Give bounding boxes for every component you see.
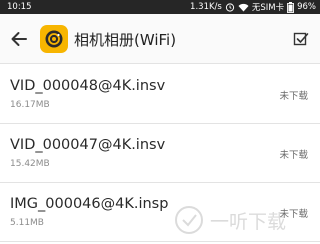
file-size: 15.42MB bbox=[10, 159, 50, 169]
camera-lens-icon bbox=[45, 30, 63, 48]
file-row[interactable]: VID_000047@4K.insv 15.42MB 未下载 bbox=[0, 124, 320, 183]
file-size: 16.17MB bbox=[10, 100, 50, 110]
app-logo bbox=[40, 25, 68, 53]
download-status: 未下载 bbox=[279, 91, 308, 102]
battery-percent: 96% bbox=[297, 2, 316, 12]
watermark: 一听下载 bbox=[174, 200, 314, 240]
watermark-logo-icon bbox=[175, 206, 203, 234]
back-button[interactable] bbox=[8, 28, 30, 50]
file-size: 5.11MB bbox=[10, 218, 44, 228]
alarm-icon bbox=[225, 2, 235, 12]
download-status: 未下载 bbox=[279, 150, 308, 161]
carrier-label: 无SIM卡 bbox=[251, 3, 285, 13]
status-bar: 10:15 1.31K/s 无SIM卡 96% bbox=[0, 0, 320, 14]
app-bar: 相机相册(WiFi) bbox=[0, 14, 320, 64]
file-name: VID_000047@4K.insv bbox=[10, 137, 166, 153]
status-time: 10:15 bbox=[7, 2, 32, 12]
battery-icon bbox=[287, 1, 295, 13]
arrow-left-icon bbox=[11, 32, 27, 46]
page-title: 相机相册(WiFi) bbox=[74, 31, 177, 49]
status-indicators: 1.31K/s 无SIM卡 96% bbox=[190, 1, 316, 13]
file-name: VID_000048@4K.insv bbox=[10, 78, 166, 94]
checkbox-icon bbox=[293, 32, 309, 46]
file-name: IMG_000046@4K.insp bbox=[10, 196, 169, 212]
network-speed: 1.31K/s bbox=[190, 2, 222, 12]
select-button[interactable] bbox=[290, 28, 312, 50]
watermark-text: 一听下载 bbox=[210, 210, 287, 233]
wifi-icon bbox=[238, 3, 249, 12]
file-row[interactable]: VID_000048@4K.insv 16.17MB 未下载 bbox=[0, 65, 320, 124]
